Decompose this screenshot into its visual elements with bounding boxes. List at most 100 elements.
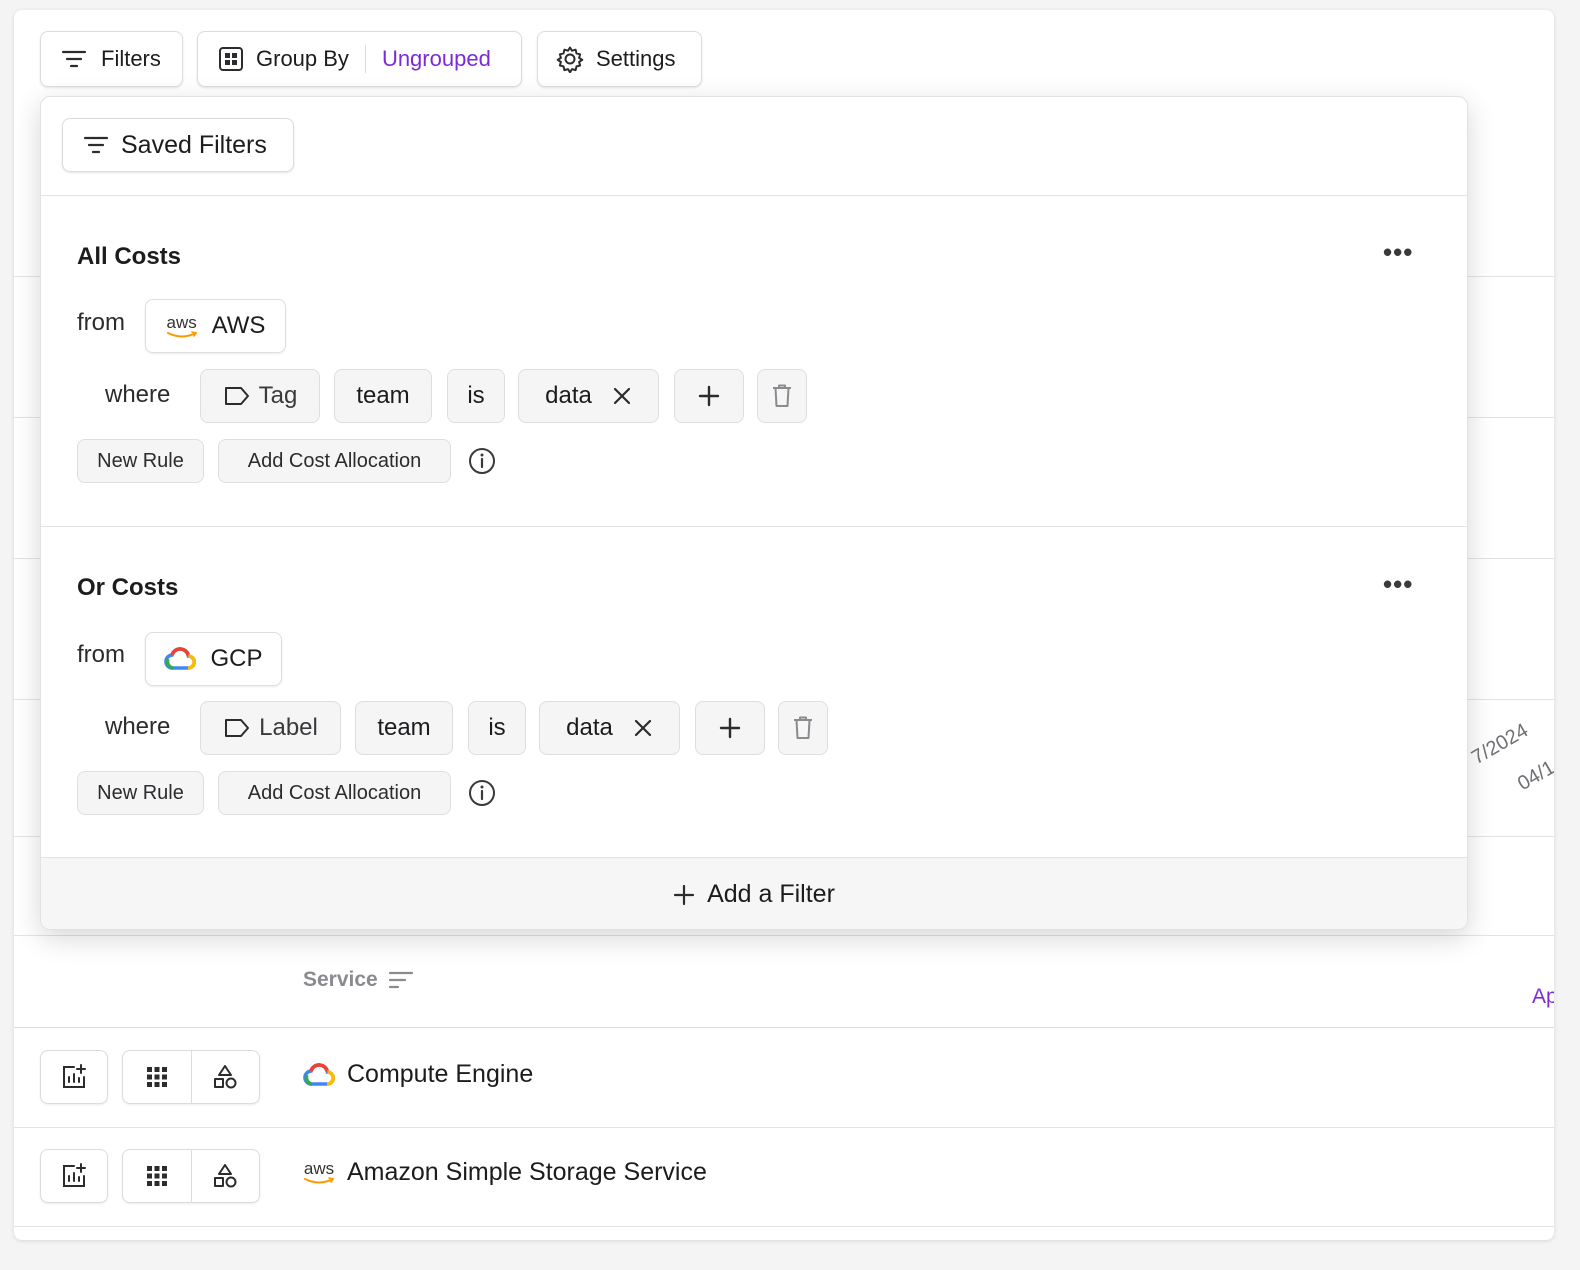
new-rule-button[interactable]: New Rule	[77, 439, 204, 483]
delete-rule-button[interactable]	[757, 369, 807, 423]
source-label: GCP	[210, 645, 263, 672]
add-to-chart-button[interactable]	[40, 1050, 108, 1104]
sort-icon[interactable]	[388, 970, 414, 990]
info-icon[interactable]	[468, 779, 496, 807]
filter-group-title: Or Costs	[77, 574, 179, 601]
add-cost-allocation-button[interactable]: Add Cost Allocation	[218, 771, 451, 815]
service-column-header[interactable]: Service	[303, 968, 414, 992]
group-by-value: Ungrouped	[381, 46, 491, 71]
gear-icon	[556, 45, 584, 73]
source-select[interactable]: aws AWS	[145, 299, 286, 353]
rule-kind-label: Label	[259, 714, 318, 741]
service-name-label: Compute Engine	[347, 1060, 534, 1088]
drilldown-button[interactable]	[123, 1051, 191, 1103]
add-cost-allocation-label: Add Cost Allocation	[247, 781, 422, 804]
delete-rule-button[interactable]	[778, 701, 828, 755]
group-by-button[interactable]: Group By Ungrouped	[197, 31, 522, 87]
service-cell[interactable]: aws Amazon Simple Storage Service	[303, 1158, 707, 1187]
filters-button[interactable]: Filters	[40, 31, 183, 87]
bg-divider	[14, 935, 1554, 936]
info-icon[interactable]	[468, 447, 496, 475]
aws-logo-icon: aws	[166, 314, 198, 339]
aws-logo-text: aws	[166, 312, 197, 332]
chart-plus-icon	[60, 1063, 88, 1091]
tag-icon	[223, 717, 251, 739]
categorize-button[interactable]	[190, 1150, 260, 1202]
row-actions-group	[122, 1050, 260, 1104]
new-rule-label: New Rule	[97, 781, 184, 804]
rule-value-label: data	[545, 382, 592, 409]
shapes-icon	[211, 1063, 239, 1091]
new-rule-label: New Rule	[97, 449, 184, 472]
dots-grid-icon	[145, 1164, 169, 1188]
group-by-separator	[364, 45, 366, 73]
add-filter-button[interactable]: Add a Filter	[41, 857, 1467, 929]
chart-plus-icon	[60, 1162, 88, 1190]
rule-key-select[interactable]: team	[355, 701, 453, 755]
service-cell[interactable]: Compute Engine	[303, 1060, 533, 1089]
rule-key-select[interactable]: team	[334, 369, 432, 423]
rule-kind-label: Tag	[258, 382, 298, 409]
trash-icon	[793, 716, 813, 740]
rule-kind-select[interactable]: Tag	[200, 369, 320, 423]
close-icon[interactable]	[612, 386, 632, 406]
gcp-logo-icon	[164, 647, 197, 671]
more-options-icon[interactable]: •••	[1383, 569, 1413, 600]
plus-icon	[673, 884, 695, 906]
source-label: AWS	[211, 312, 266, 339]
rule-operator-label: is	[488, 714, 506, 741]
service-name-label: Amazon Simple Storage Service	[347, 1158, 707, 1186]
categorize-button[interactable]	[190, 1051, 260, 1103]
group-divider	[41, 526, 1467, 527]
grid-icon	[218, 46, 244, 72]
more-options-icon[interactable]: •••	[1383, 237, 1413, 268]
panel-divider	[41, 195, 1467, 196]
rule-key-label: team	[377, 714, 431, 741]
add-to-chart-button[interactable]	[40, 1149, 108, 1203]
table-header-divider	[14, 1027, 1554, 1028]
shapes-icon	[211, 1162, 239, 1190]
rule-operator-label: is	[467, 382, 485, 409]
rule-key-label: team	[356, 382, 410, 409]
add-cost-allocation-button[interactable]: Add Cost Allocation	[218, 439, 451, 483]
filter-lines-icon	[83, 135, 109, 155]
settings-button[interactable]: Settings	[537, 31, 702, 87]
aws-logo-icon: aws	[303, 1160, 335, 1185]
where-label: where	[105, 381, 171, 408]
dots-grid-icon	[145, 1065, 169, 1089]
gcp-logo-icon	[303, 1062, 335, 1087]
row-divider	[14, 1127, 1554, 1128]
from-label: from	[77, 641, 125, 668]
from-label: from	[77, 309, 125, 336]
rule-value-label: data	[566, 714, 613, 741]
aws-logo-text: aws	[303, 1159, 335, 1178]
filter-panel: Saved Filters All Costs ••• from aws AWS…	[40, 96, 1468, 930]
filter-lines-icon	[61, 49, 87, 69]
axis-date-label: 7/2024	[1468, 719, 1532, 770]
saved-filters-button[interactable]: Saved Filters	[62, 118, 294, 172]
rule-operator-select[interactable]: is	[447, 369, 505, 423]
axis-date-label: 04/1	[1514, 756, 1554, 796]
rule-operator-select[interactable]: is	[468, 701, 526, 755]
filters-button-label: Filters	[101, 46, 161, 71]
row-divider	[14, 1226, 1554, 1227]
drilldown-button[interactable]	[123, 1150, 191, 1202]
add-value-button[interactable]	[674, 369, 744, 423]
trash-icon	[772, 384, 792, 408]
tag-icon	[223, 385, 251, 407]
new-rule-button[interactable]: New Rule	[77, 771, 204, 815]
group-by-label: Group By	[256, 46, 349, 71]
source-select[interactable]: GCP	[145, 632, 282, 686]
close-icon[interactable]	[633, 718, 653, 738]
where-label: where	[105, 713, 171, 740]
rule-kind-select[interactable]: Label	[200, 701, 341, 755]
add-value-button[interactable]	[695, 701, 765, 755]
rule-value-chip[interactable]: data	[518, 369, 659, 423]
plus-icon	[719, 717, 741, 739]
edge-link[interactable]: Ap	[1532, 985, 1554, 1009]
add-filter-label: Add a Filter	[707, 880, 835, 908]
row-actions-group	[122, 1149, 260, 1203]
settings-button-label: Settings	[596, 46, 676, 71]
rule-value-chip[interactable]: data	[539, 701, 680, 755]
service-header-label: Service	[303, 968, 378, 991]
